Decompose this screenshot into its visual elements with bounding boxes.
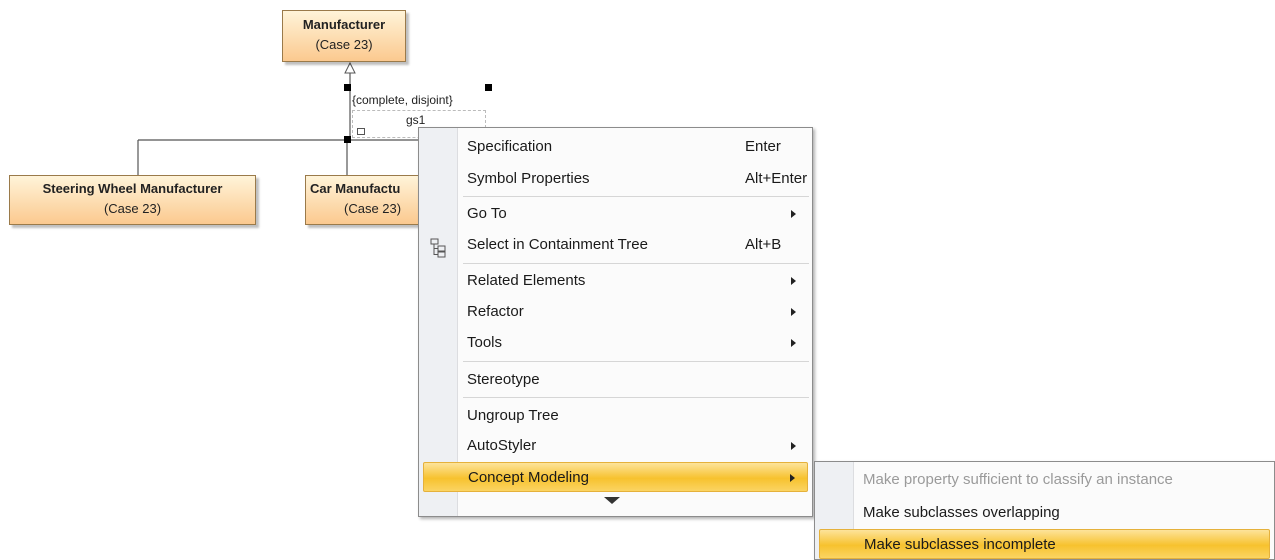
class-case: (Case 23) (103, 201, 162, 216)
class-name: Car Manufactu (310, 181, 401, 196)
menu-item-tools[interactable]: Tools (457, 328, 812, 358)
menu-item-label: Make property sufficient to classify an … (863, 471, 1173, 488)
menu-item-label: Concept Modeling (468, 469, 589, 486)
menu-item-label: Specification (467, 138, 553, 155)
menu-item-label: Tools (467, 334, 503, 351)
menu-separator (463, 263, 809, 264)
menu-item-ungroup-tree[interactable]: Ungroup Tree (457, 401, 812, 431)
menu-separator (463, 196, 809, 197)
menu-separator (463, 397, 809, 398)
class-car-manufacturer[interactable]: Car Manufactu (Case 23) (305, 175, 423, 225)
containment-tree-icon (430, 238, 446, 258)
class-manufacturer[interactable]: Manufacturer (Case 23) (282, 10, 406, 62)
submenu-arrow-icon (791, 442, 796, 450)
menu-item-select-in-containment-tree[interactable]: Select in Containment Tree Alt+B (457, 230, 812, 260)
submenu-arrow-icon (791, 308, 796, 316)
menu-item-specification[interactable]: Specification Enter (457, 132, 812, 162)
submenu-arrow-icon (790, 474, 795, 482)
class-name: Manufacturer (302, 17, 386, 32)
submenu-arrow-icon (791, 210, 796, 218)
menu-item-label: Symbol Properties (467, 170, 590, 187)
menu-item-label: Stereotype (467, 371, 540, 388)
context-menu: Specification Enter Symbol Properties Al… (418, 127, 813, 517)
menu-item-label: Ungroup Tree (467, 407, 559, 424)
menu-item-label: Refactor (467, 303, 524, 320)
scroll-down-icon[interactable] (604, 497, 620, 504)
generalization-set-name: gs1 (406, 113, 426, 127)
menu-item-shortcut: Alt+Enter (745, 170, 808, 187)
selection-handle[interactable] (344, 84, 351, 91)
selection-handle[interactable] (344, 136, 351, 143)
menu-item-autostyler[interactable]: AutoStyler (457, 431, 812, 461)
menu-item-go-to[interactable]: Go To (457, 199, 812, 229)
concept-modeling-submenu: Make property sufficient to classify an … (814, 461, 1275, 560)
class-case: (Case 23) (344, 201, 402, 216)
menu-item-label: Select in Containment Tree (467, 236, 648, 253)
generalization-set-constraint: {complete, disjoint} (352, 93, 453, 107)
selection-handle[interactable] (485, 84, 492, 91)
menu-item-label: Make subclasses overlapping (863, 504, 1060, 521)
menu-item-concept-modeling[interactable]: Concept Modeling (423, 462, 808, 492)
menu-item-make-subclasses-overlapping[interactable]: Make subclasses overlapping (853, 498, 1274, 528)
menu-item-label: AutoStyler (467, 437, 537, 454)
submenu-arrow-icon (791, 277, 796, 285)
class-name: Steering Wheel Manufacturer (42, 181, 223, 196)
menu-item-label: Make subclasses incomplete (864, 536, 1056, 553)
menu-item-make-property-sufficient[interactable]: Make property sufficient to classify an … (853, 465, 1274, 495)
class-case: (Case 23) (315, 37, 373, 52)
menu-item-stereotype[interactable]: Stereotype (457, 365, 812, 395)
menu-item-symbol-properties[interactable]: Symbol Properties Alt+Enter (457, 164, 812, 194)
menu-item-related-elements[interactable]: Related Elements (457, 266, 812, 296)
menu-item-shortcut: Enter (745, 138, 781, 155)
menu-item-shortcut: Alt+B (745, 236, 782, 253)
menu-icon-gutter (419, 128, 458, 516)
menu-item-label: Go To (467, 205, 507, 222)
menu-item-label: Related Elements (467, 272, 586, 289)
menu-item-refactor[interactable]: Refactor (457, 297, 812, 327)
generalization-set-icon (357, 128, 365, 135)
submenu-arrow-icon (791, 339, 796, 347)
menu-item-make-subclasses-incomplete[interactable]: Make subclasses incomplete (819, 529, 1270, 559)
menu-separator (463, 361, 809, 362)
class-steering-wheel-manufacturer[interactable]: Steering Wheel Manufacturer (Case 23) (9, 175, 256, 225)
